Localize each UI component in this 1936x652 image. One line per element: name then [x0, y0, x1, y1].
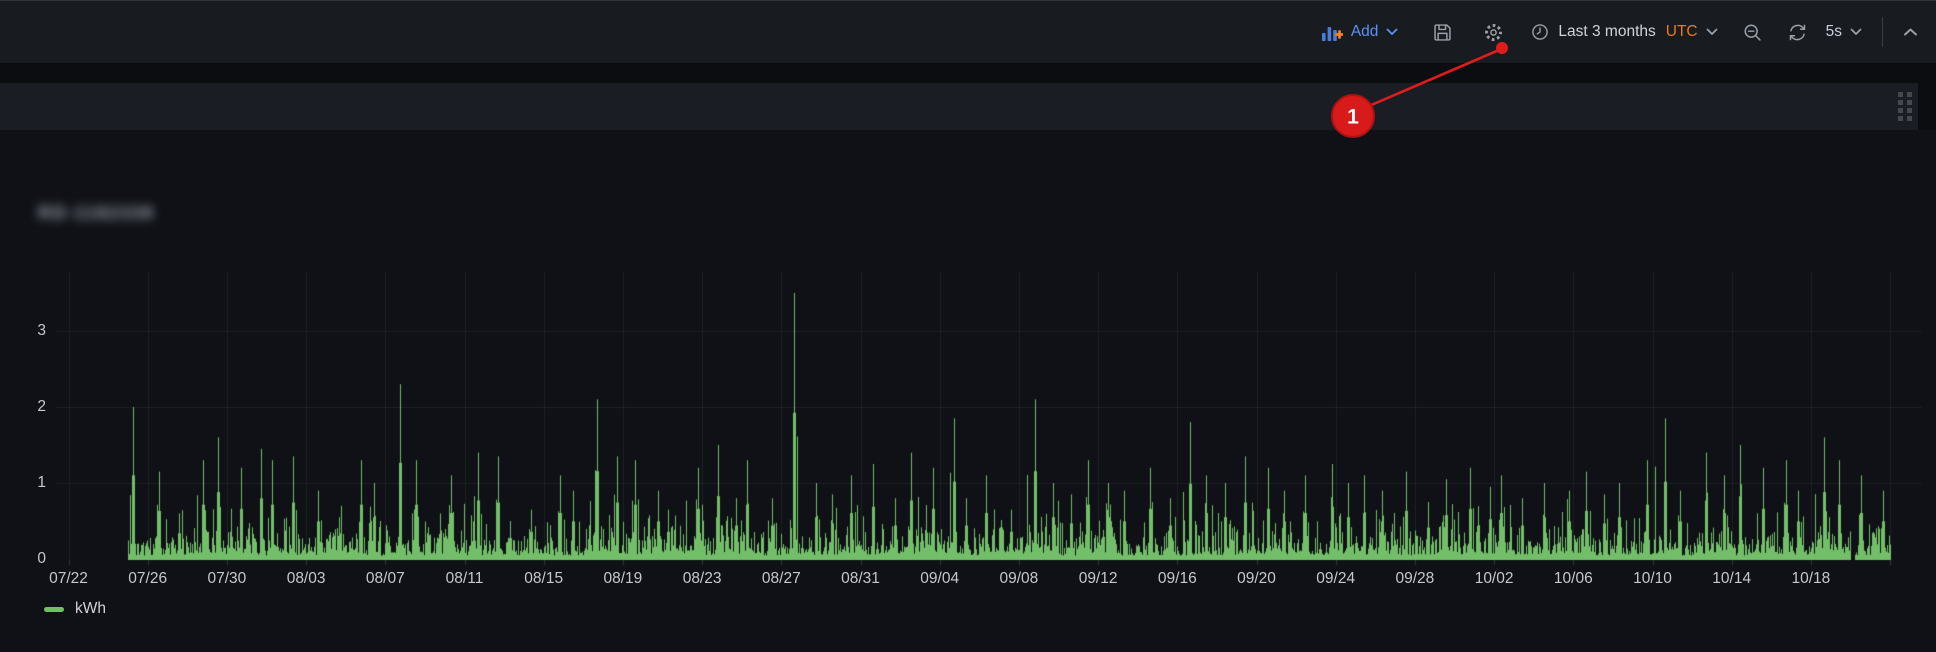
x-tick-label: 09/24 [1316, 570, 1355, 588]
x-tick-label: 08/11 [446, 570, 484, 588]
x-tick-label: 08/31 [841, 570, 880, 588]
x-tick-label: 07/22 [49, 570, 88, 588]
x-tick-label: 08/19 [603, 570, 642, 588]
x-tick-label: 09/08 [999, 570, 1038, 588]
x-tick-label: 09/28 [1395, 570, 1434, 588]
grafana-dashboard: Add [0, 0, 1936, 652]
y-tick-label: 1 [0, 474, 46, 492]
y-tick-label: 2 [0, 398, 46, 416]
x-tick-label: 10/10 [1633, 570, 1672, 588]
x-tick-label: 07/30 [207, 570, 246, 588]
x-tick-label: 08/15 [524, 570, 563, 588]
x-tick-label: 09/04 [920, 570, 959, 588]
legend-label: kWh [75, 600, 106, 618]
timeseries-chart[interactable] [0, 0, 1936, 652]
x-tick-label: 08/03 [287, 570, 326, 588]
x-tick-label: 08/27 [762, 570, 801, 588]
x-tick-label: 10/14 [1712, 570, 1751, 588]
x-tick-label: 09/16 [1158, 570, 1197, 588]
y-tick-label: 0 [0, 550, 46, 568]
x-tick-label: 10/02 [1475, 570, 1514, 588]
x-tick-label: 07/26 [128, 570, 167, 588]
x-tick-label: 08/23 [683, 570, 722, 588]
legend-item-kwh[interactable]: kWh [44, 600, 106, 618]
x-tick-label: 10/18 [1791, 570, 1830, 588]
x-tick-label: 10/06 [1554, 570, 1593, 588]
x-tick-label: 09/12 [1079, 570, 1118, 588]
x-tick-label: 09/20 [1237, 570, 1276, 588]
y-tick-label: 3 [0, 322, 46, 340]
legend-swatch [44, 607, 64, 612]
x-tick-label: 08/07 [366, 570, 405, 588]
